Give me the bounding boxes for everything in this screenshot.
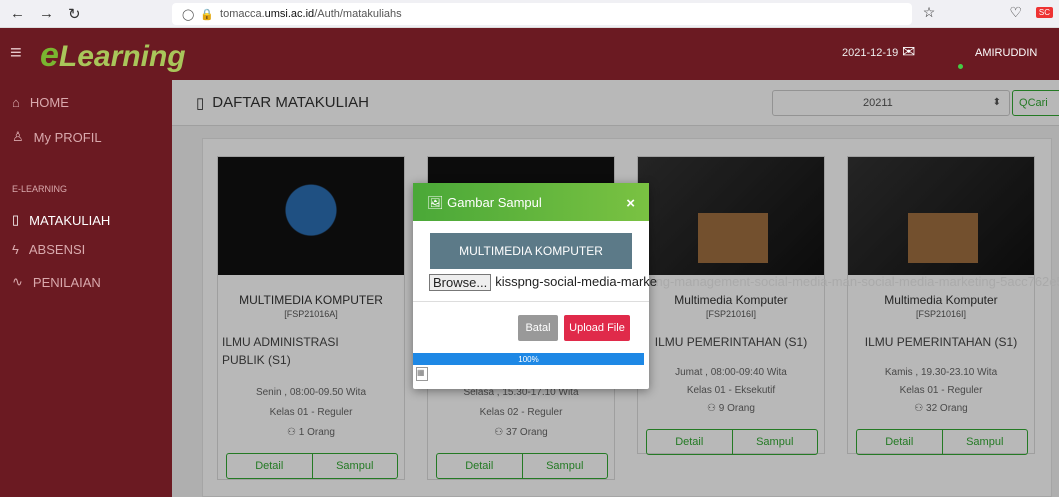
image-icon: 🖼 (427, 195, 448, 210)
user-icon: ♙ (12, 129, 24, 144)
url-path: /Auth/matakuliahs (314, 8, 402, 20)
bolt-icon: ϟ (12, 242, 19, 257)
bookmark-star-icon[interactable]: ☆ (923, 4, 936, 21)
upload-file-button[interactable]: Upload File (564, 315, 630, 341)
modal-course-name: MULTIMEDIA KOMPUTER (430, 233, 632, 269)
browser-toolbar: ← → ↻ ◯ 🔒 tomacca. umsi.ac.id/Auth/matakuliah… (0, 0, 1059, 28)
file-name-overflow: ting-management-social-media-man-social-… (649, 274, 1059, 289)
file-icon: ▯ (12, 212, 20, 227)
reload-icon[interactable]: ↻ (68, 5, 81, 23)
sidebar-item-penilaian[interactable]: ∿ PENILAIAN (12, 274, 101, 290)
home-icon: ⌂ (12, 95, 20, 110)
online-indicator (958, 64, 963, 69)
cover-image-modal: 🖼 Gambar Sampul × MULTIMEDIA KOMPUTER Br… (413, 183, 657, 389)
mail-icon[interactable]: ✉ (902, 42, 915, 62)
file-name: kisspng-social-media-marke (495, 274, 658, 289)
sidebar: ⌂ HOME ♙ My PROFIL E-LEARNING ▯ MATAKULIAH … (0, 80, 172, 497)
modal-divider (413, 301, 649, 302)
modal-title: Gambar Sampul (447, 195, 542, 210)
app-header: ≡ eLearning 2021-12-19 ✉ AMIRUDDIN (0, 28, 1059, 80)
app-logo[interactable]: eLearning (40, 36, 186, 75)
url-prefix: tomacca. (220, 8, 265, 20)
close-icon[interactable]: × (626, 195, 635, 212)
url-bar[interactable]: ◯ 🔒 tomacca. umsi.ac.id/Auth/matakuliahs (172, 3, 912, 25)
menu-icon[interactable]: ≡ (10, 42, 22, 65)
browse-button[interactable]: Browse... (429, 274, 492, 291)
modal-header: 🖼 Gambar Sampul (413, 183, 649, 221)
lock-icon: 🔒 (200, 8, 215, 21)
sidebar-item-home[interactable]: ⌂ HOME (12, 95, 69, 110)
image-preview-icon: ▦ (416, 367, 428, 381)
sidebar-item-profil[interactable]: ♙ My PROFIL (12, 129, 102, 145)
cancel-button[interactable]: Batal (518, 315, 558, 341)
back-icon[interactable]: ← (10, 5, 25, 23)
pocket-icon[interactable]: ♡ (1009, 4, 1022, 21)
sidebar-section-label: E-LEARNING (12, 184, 68, 194)
sidebar-item-absensi[interactable]: ϟ ABSENSI (12, 242, 85, 257)
url-domain: umsi.ac.id (264, 8, 315, 20)
upload-progress-bar: 100% (413, 353, 644, 365)
sidebar-item-matakuliah[interactable]: ▯ MATAKULIAH (12, 212, 110, 228)
user-name[interactable]: AMIRUDDIN (975, 47, 1037, 59)
header-date: 2021-12-19 (842, 47, 899, 59)
activity-icon: ∿ (12, 274, 23, 289)
shield-icon: ◯ (182, 8, 195, 21)
file-input[interactable]: Browse... kisspng-social-media-marke (429, 274, 657, 291)
forward-icon[interactable]: → (39, 5, 54, 23)
extension-icon[interactable]: SC (1035, 7, 1053, 18)
